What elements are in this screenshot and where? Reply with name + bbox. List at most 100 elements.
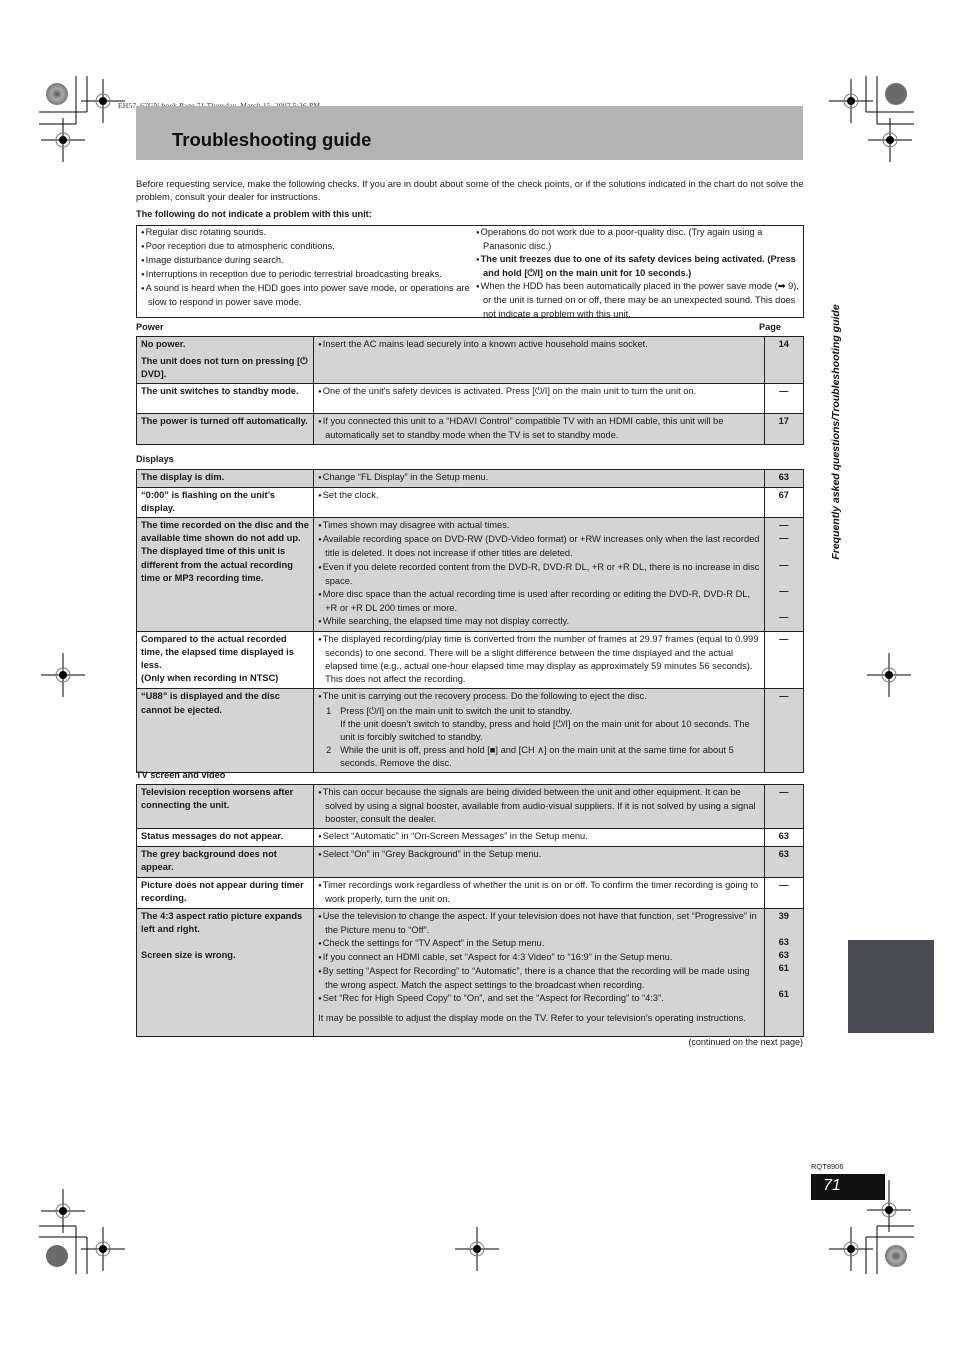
solution-cell: This can occur because the signals are b… — [313, 783, 765, 830]
solution-text: Set “Rec for High Speed Copy” to “On”, a… — [318, 992, 759, 1006]
tv-table: Television reception worsens after conne… — [135, 783, 804, 1037]
solution-text: Even if you delete recorded content from… — [318, 561, 760, 588]
section-heading-power: Power — [136, 322, 164, 332]
table-row: Compared to the actual recorded time, th… — [135, 631, 804, 690]
solution-text: Insert the AC mains lead securely into a… — [318, 338, 759, 352]
page-ref: — — [763, 783, 804, 830]
registration-cross-icon — [866, 652, 912, 698]
problem-text: Screen size is wrong. — [141, 949, 236, 960]
solution-cell: Times shown may disagree with actual tim… — [313, 517, 765, 633]
solution-text: Use the television to change the aspect.… — [318, 910, 759, 937]
list-item: A sound is heard when the HDD goes into … — [141, 282, 471, 309]
page-ref: — — [763, 688, 804, 773]
table-row: “0:00” is flashing on the unit’s display… — [135, 487, 804, 519]
solution-cell: The displayed recording/play time is con… — [313, 631, 765, 690]
list-item: Operations do not work due to a poor-qua… — [476, 226, 800, 253]
crop-mark-top-right — [865, 76, 914, 125]
table-row: Picture does not appear during timer rec… — [135, 876, 804, 909]
solution-text: Check the settings for “TV Aspect” in th… — [318, 937, 759, 951]
page-ref: — — [779, 611, 789, 622]
list-item-bold: The unit freezes due to one of its safet… — [476, 253, 800, 280]
solution-text: Select “Automatic” in “On-Screen Message… — [318, 830, 759, 844]
side-chapter-label-text: Frequently asked questions/Troubleshooti… — [830, 304, 842, 560]
page-ref: — — [763, 383, 804, 415]
problem-text: Compared to the actual recorded time, th… — [141, 634, 294, 671]
solution-text: Available recording space on DVD-RW (DVD… — [318, 533, 760, 560]
table-row: The unit switches to standby mode. One o… — [135, 383, 804, 415]
table-row: The grey background does not appear. Sel… — [135, 846, 804, 878]
table-row: The 4:3 aspect ratio picture expands lef… — [135, 907, 804, 1037]
step-1: 1 Press [⏻/I] on the main unit to switch … — [318, 705, 759, 744]
solution-cell: The unit is carrying out the recovery pr… — [313, 688, 765, 773]
solution-cell: One of the unit's safety devices is acti… — [313, 383, 765, 415]
page-ref: 14 — [763, 335, 804, 385]
solution-cell: Use the television to change the aspect.… — [313, 907, 765, 1037]
list-item: When the HDD has been automatically plac… — [476, 280, 800, 320]
problem-cell: The unit switches to standby mode. — [135, 383, 315, 415]
list-item: Interruptions in reception due to period… — [141, 268, 471, 282]
page-ref: 67 — [763, 487, 804, 519]
not-a-problem-heading: The following do not indicate a problem … — [136, 209, 372, 219]
page-ref: 63 — [763, 846, 804, 878]
crop-mark-bottom-left — [39, 1225, 88, 1274]
problem-cell: “U88” is displayed and the disc cannot b… — [135, 688, 315, 773]
solution-text: If you connect an HDMI cable, set “Aspec… — [318, 951, 759, 965]
step-number: 1 — [326, 705, 332, 716]
list-item: Poor reception due to atmospheric condit… — [141, 240, 471, 254]
step-text: If the unit doesn’t switch to standby, p… — [340, 718, 750, 742]
solution-text: If you connected this unit to a “HDAVI C… — [318, 415, 759, 442]
problem-text: The time recorded on the disc and the av… — [141, 520, 309, 544]
problem-cell: “0:00” is flashing on the unit’s display… — [135, 487, 315, 519]
crop-mark-bottom-right — [865, 1225, 914, 1274]
solution-cell: Select “Automatic” in “On-Screen Message… — [313, 828, 765, 848]
page-ref: — — [779, 585, 789, 596]
page-column-header: Page — [759, 322, 781, 332]
table-row: The power is turned off automatically. I… — [135, 413, 804, 446]
solution-cell: If you connected this unit to a “HDAVI C… — [313, 413, 765, 446]
section-heading-tv: TV screen and video — [136, 770, 226, 780]
solution-text: One of the unit's safety devices is acti… — [318, 385, 759, 399]
step-text: Press [⏻/I] on the main unit to switch t… — [340, 705, 573, 716]
page-ref: — — [779, 533, 789, 544]
registration-cross-icon — [867, 117, 913, 163]
solution-text: Times shown may disagree with actual tim… — [318, 519, 759, 533]
page-ref: — — [779, 559, 789, 570]
problem-text: (Only when recording in NTSC) — [141, 673, 279, 684]
page-ref: 17 — [763, 413, 804, 446]
page-ref: 63 — [778, 936, 789, 947]
solution-text: By setting “Aspect for Recording” to “Au… — [318, 965, 759, 992]
problem-cell: No power. The unit does not turn on pres… — [135, 335, 315, 385]
problem-cell: The display is dim. — [135, 468, 315, 489]
intro-text: Before requesting service, make the foll… — [136, 178, 804, 202]
problem-text: The 4:3 aspect ratio picture expands lef… — [141, 910, 303, 934]
crop-mark-top-left — [39, 76, 88, 125]
solution-cell: Change “FL Display” in the Setup menu. — [313, 468, 765, 489]
page-refs: 39 63 63 61 61 — [763, 907, 804, 1037]
step-text: While the unit is off, press and hold [■… — [340, 744, 734, 768]
problem-cell: Picture does not appear during timer rec… — [135, 876, 315, 909]
table-row: “U88” is displayed and the disc cannot b… — [135, 688, 804, 773]
problem-text: No power. — [141, 339, 186, 349]
continued-note: (continued on the next page) — [688, 1037, 803, 1047]
page-ref: 63 — [778, 950, 789, 961]
solution-cell: Insert the AC mains lead securely into a… — [313, 335, 765, 385]
page-ref: — — [763, 631, 804, 690]
page-ref: — — [779, 520, 789, 531]
problem-text: The unit does not turn on pressing [⏻ DV… — [141, 356, 308, 380]
section-heading-displays: Displays — [136, 454, 174, 464]
page-number-box: 71 — [811, 1174, 885, 1200]
problem-cell: Compared to the actual recorded time, th… — [135, 631, 315, 690]
step-2: 2 While the unit is off, press and hold [… — [318, 744, 759, 770]
page-ref: 39 — [778, 910, 789, 921]
problem-cell: The time recorded on the disc and the av… — [135, 517, 315, 633]
solution-cell: Timer recordings work regardless of whet… — [313, 876, 765, 909]
solution-text: Set the clock. — [318, 489, 759, 503]
table-row: The time recorded on the disc and the av… — [135, 517, 804, 633]
not-a-problem-box: Regular disc rotating sounds. Poor recep… — [136, 225, 804, 320]
title-band: Troubleshooting guide — [136, 106, 803, 160]
table-row: Status messages do not appear. Select “A… — [135, 828, 804, 848]
power-table: No power. The unit does not turn on pres… — [135, 335, 804, 446]
solution-cell: Select “On” in “Grey Background” in the … — [313, 846, 765, 878]
solution-text: Timer recordings work regardless of whet… — [318, 879, 759, 906]
table-row: Television reception worsens after conne… — [135, 783, 804, 830]
